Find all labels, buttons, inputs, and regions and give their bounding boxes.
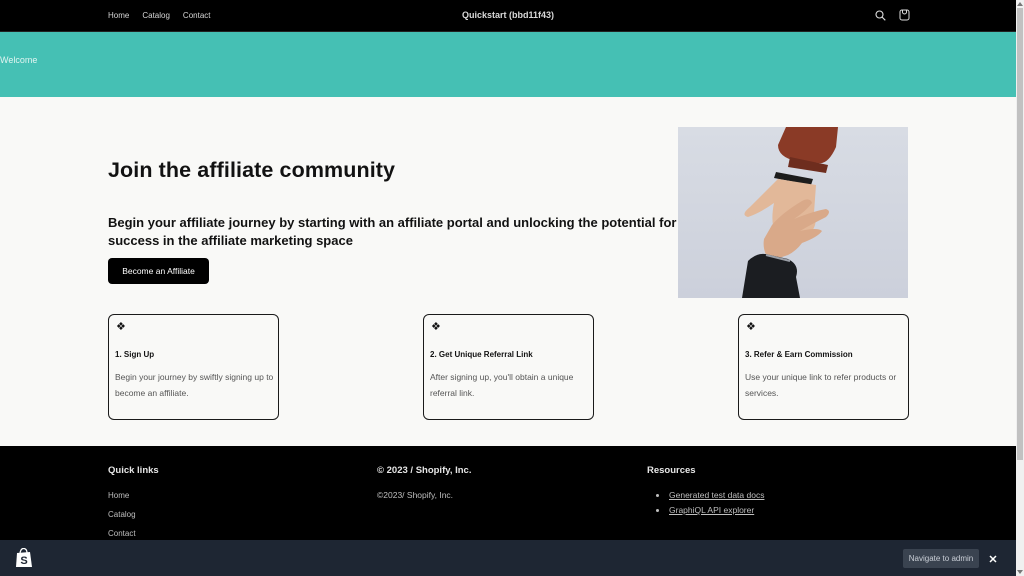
- scrollbar-thumb[interactable]: [1017, 8, 1023, 460]
- step-icon: ❖: [431, 321, 441, 333]
- resource-link-test-data-docs[interactable]: Generated test data docs: [669, 490, 764, 500]
- copyright-text: ©2023/ Shopify, Inc.: [377, 490, 454, 500]
- step-title: 3. Refer & Earn Commission: [745, 350, 853, 359]
- step-icon: ❖: [746, 321, 756, 333]
- shopify-bag-icon: S: [15, 547, 33, 573]
- step-description: After signing up, you'll obtain a unique…: [430, 372, 574, 398]
- footer-link-catalog[interactable]: Catalog: [108, 510, 136, 519]
- step-description: Begin your journey by swiftly signing up…: [115, 372, 274, 398]
- site-header: Home Catalog Contact Quickstart (bbd11f4…: [0, 0, 1016, 32]
- svg-text:S: S: [20, 555, 27, 567]
- hands-illustration: [742, 127, 838, 298]
- page: Home Catalog Contact Quickstart (bbd11f4…: [0, 0, 1016, 576]
- footer-link-contact[interactable]: Contact: [108, 529, 136, 538]
- welcome-banner: Welcome: [0, 32, 1016, 97]
- resources-heading: Resources: [647, 465, 696, 476]
- hero-subtitle: Begin your affiliate journey by starting…: [108, 215, 677, 248]
- become-affiliate-button[interactable]: Become an Affiliate: [108, 258, 209, 284]
- hero-image: [678, 127, 908, 298]
- step-icon: ❖: [116, 321, 126, 333]
- step-description: Use your unique link to refer products o…: [745, 372, 897, 398]
- quick-links-heading: Quick links: [108, 465, 159, 476]
- site-footer: Quick links Home Catalog Contact © 2023 …: [0, 446, 1016, 540]
- scroll-down-arrow-icon[interactable]: [1016, 568, 1024, 576]
- navigate-to-admin-button[interactable]: Navigate to admin: [903, 549, 979, 568]
- step-card: ❖ 2. Get Unique Referral Link After sign…: [423, 314, 594, 420]
- close-icon[interactable]: [987, 552, 999, 564]
- store-title[interactable]: Quickstart (bbd11f43): [0, 10, 1016, 20]
- admin-preview-bar: S Navigate to admin: [0, 540, 1016, 576]
- step-title: 1. Sign Up: [115, 350, 155, 359]
- bullet: [656, 508, 659, 512]
- resource-item: GraphiQL API explorer: [656, 505, 754, 515]
- step-card: ❖ 1. Sign Up Begin your journey by swift…: [108, 314, 279, 420]
- scroll-up-arrow-icon[interactable]: [1016, 0, 1024, 8]
- cart-icon[interactable]: [898, 8, 910, 22]
- bullet: [656, 493, 659, 497]
- hero-title: Join the affiliate community: [108, 158, 396, 182]
- banner-text: Welcome: [0, 55, 38, 65]
- search-icon[interactable]: [874, 8, 886, 22]
- copyright-heading: © 2023 / Shopify, Inc.: [377, 465, 472, 476]
- resource-link-graphiql-explorer[interactable]: GraphiQL API explorer: [669, 505, 754, 515]
- step-card: ❖ 3. Refer & Earn Commission Use your un…: [738, 314, 909, 420]
- step-title: 2. Get Unique Referral Link: [430, 350, 533, 359]
- footer-link-home[interactable]: Home: [108, 491, 129, 500]
- header-icons: [874, 8, 910, 22]
- resource-item: Generated test data docs: [656, 490, 764, 500]
- vertical-scrollbar[interactable]: [1016, 0, 1024, 576]
